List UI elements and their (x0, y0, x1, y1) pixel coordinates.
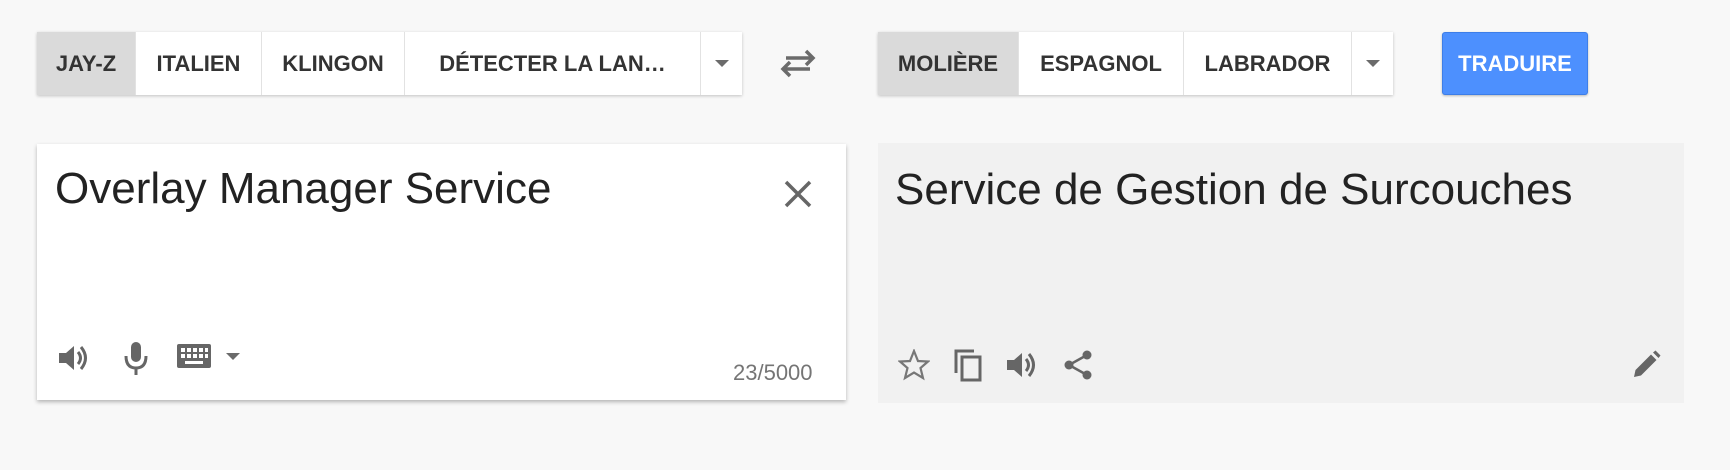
source-lang-italien[interactable]: ITALIEN (136, 32, 262, 95)
close-icon (784, 180, 812, 208)
target-language-bar: MOLIÈRE ESPAGNOL LABRADOR (878, 32, 1393, 95)
pencil-icon (1634, 350, 1661, 377)
target-lang-moliere[interactable]: MOLIÈRE (878, 32, 1019, 95)
star-icon (898, 349, 930, 381)
microphone-icon (124, 342, 148, 375)
listen-translation-button[interactable] (1002, 345, 1042, 385)
listen-source-button[interactable] (52, 336, 96, 380)
input-tools-button[interactable] (168, 336, 248, 376)
source-text[interactable]: Overlay Manager Service (55, 164, 551, 214)
save-translation-button[interactable] (894, 345, 934, 385)
translate-button[interactable]: TRADUIRE (1442, 32, 1588, 95)
speaker-icon (59, 346, 87, 370)
translation-output-panel: Service de Gestion de Surcouches (878, 143, 1684, 403)
translated-text: Service de Gestion de Surcouches (895, 165, 1573, 214)
clear-source-button[interactable] (776, 172, 820, 216)
source-lang-jayz[interactable]: JAY-Z (37, 32, 136, 95)
chevron-down-icon (226, 352, 240, 360)
source-lang-dropdown[interactable] (701, 32, 742, 95)
share-translation-button[interactable] (1058, 345, 1098, 385)
suggest-edit-button[interactable] (1626, 345, 1666, 385)
swap-languages-button[interactable] (776, 44, 820, 82)
source-lang-detect[interactable]: DÉTECTER LA LAN… (405, 32, 701, 95)
chevron-down-icon (714, 60, 729, 67)
keyboard-icon (177, 344, 211, 368)
target-lang-espagnol[interactable]: ESPAGNOL (1019, 32, 1184, 95)
copy-translation-button[interactable] (948, 345, 988, 385)
character-count: 23/5000 (733, 360, 813, 385)
voice-input-button[interactable] (114, 334, 158, 382)
source-input-panel[interactable]: Overlay Manager Service (37, 144, 846, 400)
copy-icon (954, 349, 982, 382)
speaker-icon (1007, 353, 1035, 377)
target-lang-dropdown[interactable] (1352, 32, 1393, 95)
chevron-down-icon (1365, 60, 1380, 67)
share-icon (1064, 350, 1092, 380)
source-lang-klingon[interactable]: KLINGON (262, 32, 405, 95)
target-lang-labrador[interactable]: LABRADOR (1184, 32, 1352, 95)
swap-icon (780, 49, 816, 78)
source-language-bar: JAY-Z ITALIEN KLINGON DÉTECTER LA LAN… (37, 32, 742, 95)
